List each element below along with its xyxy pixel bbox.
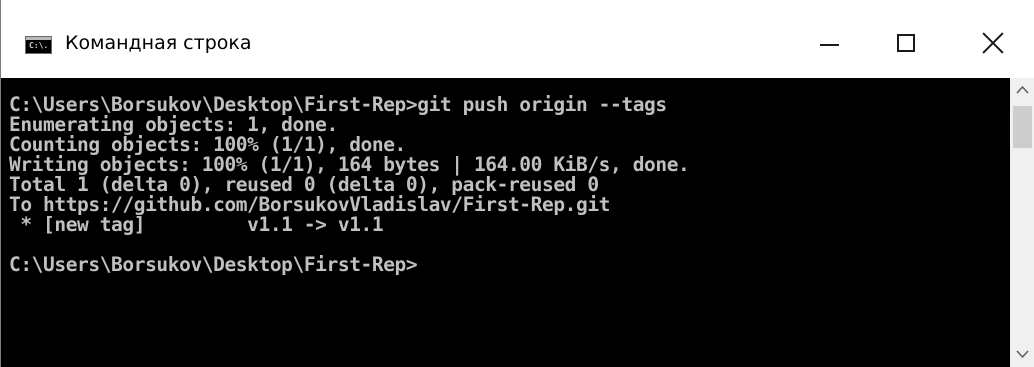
console-lines: C:\Users\Borsukov\Desktop\First-Rep>git … [9,93,690,275]
console-line-blank [9,235,689,255]
title-bar[interactable]: C:\. Командная строка [1,0,1034,78]
minimize-button[interactable] [799,20,859,70]
icon-title-strip [26,37,51,40]
chevron-down-icon [1016,350,1029,359]
scroll-up-button[interactable] [1010,78,1034,102]
chevron-up-icon [1016,85,1029,94]
console-line: To https://github.com/BorsukovVladislav/… [9,193,611,216]
console-prompt[interactable]: C:\Users\Borsukov\Desktop\First-Rep> [9,255,689,275]
window-title: Командная строка [65,32,252,54]
scroll-down-button[interactable] [1010,343,1034,367]
console-line: Writing objects: 100% (1/1), 164 bytes |… [9,153,690,176]
console-line: * [new tag] v1.1 -> v1.1 [9,213,384,236]
maximize-button[interactable] [876,20,936,70]
cmd-console-icon[interactable]: C:\. [25,36,52,54]
command-prompt-window: C:\. Командная строка C:\Users\Borsukov\… [0,0,1034,367]
scroll-thumb[interactable] [1013,106,1032,148]
console-line: Counting objects: 100% (1/1), done. [9,133,406,156]
minimize-icon [820,44,839,46]
close-icon [981,31,1005,55]
console-output-area[interactable]: C:\Users\Borsukov\Desktop\First-Rep>git … [1,78,1010,367]
console-line-command: C:\Users\Borsukov\Desktop\First-Rep>git … [9,93,667,116]
icon-prompt-text: C:\. [29,41,49,50]
console-line: Total 1 (delta 0), reused 0 (delta 0), p… [9,173,599,196]
close-button[interactable] [961,20,1021,70]
vertical-scrollbar[interactable] [1010,78,1034,367]
console-line: Enumerating objects: 1, done. [9,113,338,136]
maximize-icon [897,34,915,52]
